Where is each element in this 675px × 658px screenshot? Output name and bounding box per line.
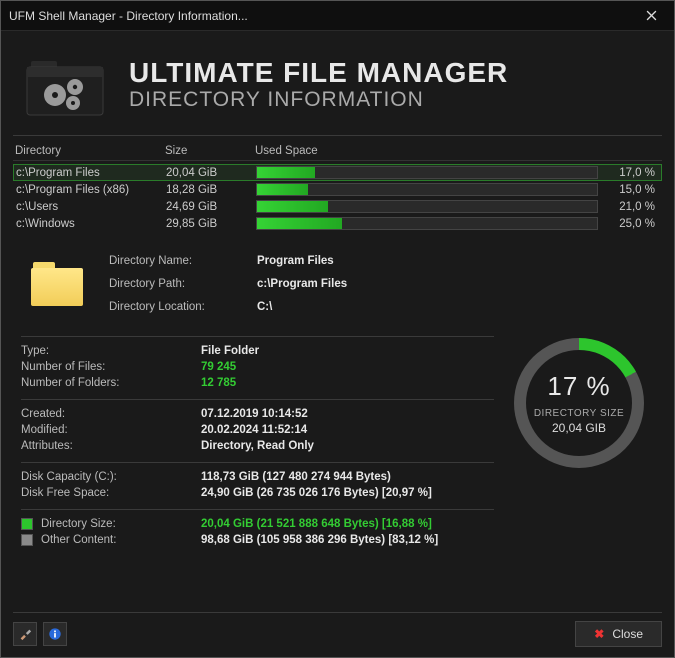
freespace-value: 24,90 GiB (26 735 026 176 Bytes) [20,97 … <box>201 487 494 499</box>
ring-gauge: 17 % DIRECTORY SIZE 20,04 GIB <box>514 338 644 468</box>
cell-size: 20,04 GiB <box>166 167 256 179</box>
other-label: Other Content: <box>21 534 201 546</box>
close-button-label: Close <box>612 627 643 641</box>
divider <box>21 399 494 400</box>
dirsize-label: Directory Size: <box>21 518 201 530</box>
dir-path-value: c:\Program Files <box>257 278 347 290</box>
cell-size: 29,85 GiB <box>166 218 256 230</box>
col-used[interactable]: Used Space <box>255 145 660 157</box>
cell-dir: c:\Program Files <box>16 167 166 179</box>
close-icon <box>646 10 657 21</box>
table-row[interactable]: c:\Program Files20,04 GiB 17,0 % <box>13 164 662 181</box>
titlebar: UFM Shell Manager - Directory Informatio… <box>1 1 674 31</box>
tools-icon <box>18 627 32 641</box>
cell-bar <box>256 166 604 179</box>
dirsize-value: 20,04 GiB (21 521 888 648 Bytes) [16,88 … <box>201 518 494 530</box>
col-size[interactable]: Size <box>165 145 255 157</box>
cell-bar <box>256 183 604 196</box>
ring-label: DIRECTORY SIZE <box>534 408 624 419</box>
info-icon <box>48 627 62 641</box>
details-left: Type: File Folder Number of Files: 79 24… <box>21 332 494 556</box>
type-label: Type: <box>21 345 201 357</box>
window-title: UFM Shell Manager - Directory Informatio… <box>9 9 629 23</box>
divider <box>21 336 494 337</box>
numfiles-label: Number of Files: <box>21 361 201 373</box>
close-x-icon: ✖ <box>594 627 604 641</box>
ring-value: 20,04 GIB <box>534 421 624 435</box>
window: UFM Shell Manager - Directory Informatio… <box>0 0 675 658</box>
dir-name-label: Directory Name: <box>109 255 249 267</box>
header-text: ULTIMATE FILE MANAGER DIRECTORY INFORMAT… <box>129 58 508 113</box>
created-value: 07.12.2019 10:14:52 <box>201 408 494 420</box>
cell-pct: 21,0 % <box>604 201 659 213</box>
header: ULTIMATE FILE MANAGER DIRECTORY INFORMAT… <box>1 31 674 133</box>
info-button[interactable] <box>43 622 67 646</box>
table-row[interactable]: c:\Users24,69 GiB 21,0 % <box>13 198 662 215</box>
ring-chart: 17 % DIRECTORY SIZE 20,04 GIB <box>504 332 654 556</box>
table-row[interactable]: c:\Windows29,85 GiB 25,0 % <box>13 215 662 232</box>
capacity-value: 118,73 GiB (127 480 274 944 Bytes) <box>201 471 494 483</box>
cell-dir: c:\Users <box>16 201 166 213</box>
swatch-green-icon <box>21 518 33 530</box>
modified-label: Modified: <box>21 424 201 436</box>
cell-dir: c:\Program Files (x86) <box>16 184 166 196</box>
cell-pct: 17,0 % <box>604 167 659 179</box>
table-header: Directory Size Used Space <box>13 142 662 161</box>
numfiles-value: 79 245 <box>201 361 494 373</box>
ring-percent: 17 % <box>534 371 624 402</box>
dir-identity: Directory Name: Program Files Directory … <box>109 252 347 316</box>
tools-button[interactable] <box>13 622 37 646</box>
dir-name-value: Program Files <box>257 255 347 267</box>
cell-pct: 15,0 % <box>604 184 659 196</box>
type-value: File Folder <box>201 345 494 357</box>
cell-bar <box>256 217 604 230</box>
capacity-label: Disk Capacity (C:): <box>21 471 201 483</box>
details-main: Type: File Folder Number of Files: 79 24… <box>13 332 662 556</box>
created-label: Created: <box>21 408 201 420</box>
app-folder-gears-icon <box>21 45 111 125</box>
dir-loc-value: C:\ <box>257 301 347 313</box>
folder-icon <box>29 256 89 316</box>
details-top: Directory Name: Program Files Directory … <box>13 248 662 320</box>
dir-path-label: Directory Path: <box>109 278 249 290</box>
numfolders-label: Number of Folders: <box>21 377 201 389</box>
content: Directory Size Used Space c:\Program Fil… <box>1 136 674 604</box>
divider <box>21 509 494 510</box>
cell-pct: 25,0 % <box>604 218 659 230</box>
modified-value: 20.02.2024 11:52:14 <box>201 424 494 436</box>
swatch-gray-icon <box>21 534 33 546</box>
cell-size: 18,28 GiB <box>166 184 256 196</box>
table-row[interactable]: c:\Program Files (x86)18,28 GiB 15,0 % <box>13 181 662 198</box>
footer: ✖ Close <box>13 612 662 647</box>
attributes-label: Attributes: <box>21 440 201 452</box>
cell-size: 24,69 GiB <box>166 201 256 213</box>
divider <box>21 462 494 463</box>
close-button[interactable]: ✖ Close <box>575 621 662 647</box>
app-subtitle: DIRECTORY INFORMATION <box>129 88 508 112</box>
table-body: c:\Program Files20,04 GiB17,0 %c:\Progra… <box>13 161 662 232</box>
attributes-value: Directory, Read Only <box>201 440 494 452</box>
window-close-button[interactable] <box>629 1 674 30</box>
freespace-label: Disk Free Space: <box>21 487 201 499</box>
col-directory[interactable]: Directory <box>15 145 165 157</box>
numfolders-value: 12 785 <box>201 377 494 389</box>
other-value: 98,68 GiB (105 958 386 296 Bytes) [83,12… <box>201 534 494 546</box>
dir-loc-label: Directory Location: <box>109 301 249 313</box>
app-title: ULTIMATE FILE MANAGER <box>129 58 508 89</box>
cell-dir: c:\Windows <box>16 218 166 230</box>
cell-bar <box>256 200 604 213</box>
